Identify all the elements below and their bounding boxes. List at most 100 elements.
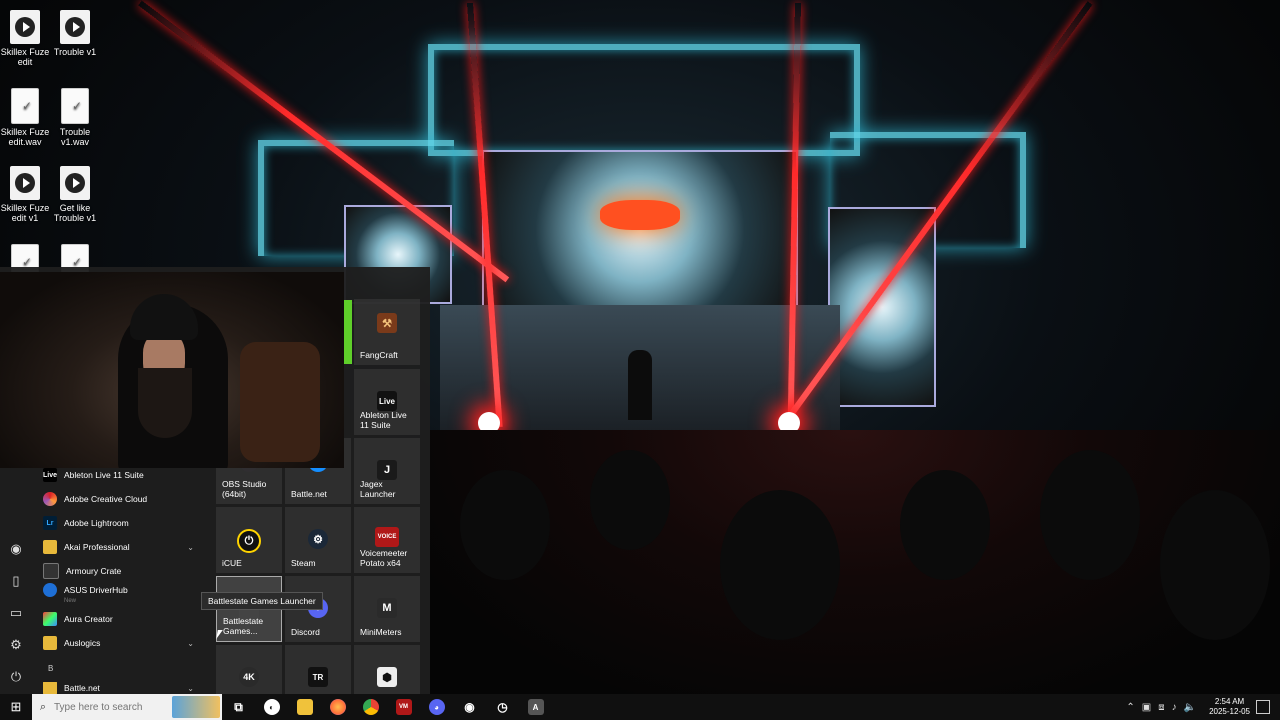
search-icon: ⌕ bbox=[39, 700, 47, 713]
tile-ableton[interactable]: Live Ableton Live 11 Suite bbox=[354, 369, 420, 435]
hex-app-icon: ⬢ bbox=[377, 667, 397, 687]
documents-icon[interactable]: ▯ bbox=[8, 573, 24, 589]
voicemeeter-icon: VOICE bbox=[375, 527, 399, 547]
tile-accent-bar bbox=[344, 300, 352, 364]
fangcraft-icon: ⚒ bbox=[377, 313, 397, 333]
armoury-crate-icon bbox=[43, 563, 59, 579]
webcam-overlay bbox=[0, 272, 344, 468]
windows-start-icon[interactable]: ⊞ bbox=[0, 694, 32, 720]
app-list-item[interactable]: ASUS DriverHub bbox=[36, 579, 208, 601]
audio-file-icon bbox=[61, 88, 89, 124]
tooltip: Battlestate Games Launcher bbox=[201, 592, 323, 610]
notification-icon[interactable] bbox=[1256, 700, 1270, 714]
media-file-icon bbox=[60, 166, 90, 200]
tile-tr-app[interactable]: TR bbox=[285, 645, 351, 694]
taskbar: ⊞ ⌕ ⧉ ◐ VM ◕ ◉ ◷ A ⌃ ▣ ⧈ ♪ 🔈 2:54 AM bbox=[0, 694, 1280, 720]
tile-hex-app[interactable]: ⬢ bbox=[354, 645, 420, 694]
app-list-item[interactable]: Adobe Creative Cloud bbox=[36, 488, 208, 510]
taskbar-obs[interactable]: ◉ bbox=[453, 694, 486, 720]
taskbar-discord[interactable]: ◕ bbox=[420, 694, 453, 720]
pictures-icon[interactable]: ▭ bbox=[8, 605, 24, 621]
jagex-icon: J bbox=[377, 460, 397, 480]
discord-icon: ◕ bbox=[428, 699, 445, 715]
tr-icon: TR bbox=[308, 667, 328, 687]
creative-cloud-icon bbox=[43, 492, 57, 506]
tile-voicemeeter[interactable]: VOICE Voicemeeter Potato x64 bbox=[354, 507, 420, 573]
taskbar-file-explorer[interactable] bbox=[288, 694, 321, 720]
media-file-icon bbox=[10, 166, 40, 200]
asus-driverhub-icon bbox=[43, 583, 57, 597]
desktop-icon-get-like-trouble-v1[interactable]: Get like Trouble v1 bbox=[50, 166, 100, 223]
webcam-beanie bbox=[130, 294, 198, 340]
firefox-icon bbox=[329, 699, 346, 715]
clock-time: 2:54 AM bbox=[1214, 697, 1245, 706]
tile-4k-app[interactable]: 4K bbox=[216, 645, 282, 694]
settings-icon[interactable]: ⚙ bbox=[8, 637, 24, 653]
taskbar-search[interactable]: ⌕ bbox=[32, 694, 222, 720]
dj-silhouette bbox=[628, 350, 652, 420]
webcam-beard bbox=[138, 368, 192, 438]
icue-icon: ⏻ bbox=[237, 529, 261, 553]
chevron-down-icon: ⌄ bbox=[187, 542, 194, 552]
power-icon[interactable]: ⏻ bbox=[8, 669, 24, 685]
system-tray: ⌃ ▣ ⧈ ♪ 🔈 2:54 AM 2025-12-05 bbox=[1126, 694, 1250, 720]
skull-eyes-glow bbox=[600, 200, 680, 230]
obs-icon: ◉ bbox=[464, 700, 475, 714]
ableton-icon: A bbox=[527, 699, 544, 715]
steam-icon: ⚙ bbox=[308, 529, 328, 549]
desktop-icon-trouble-v1-wav[interactable]: Trouble v1.wav bbox=[50, 88, 100, 147]
crowd bbox=[420, 430, 1280, 694]
desktop-icon-skillex-fuze-edit-v1[interactable]: Skillex Fuze edit v1 bbox=[0, 166, 50, 223]
taskbar-voicemeeter[interactable]: VM bbox=[387, 694, 420, 720]
taskbar-app[interactable]: ◐ bbox=[255, 694, 288, 720]
user-account-icon[interactable]: ◉ bbox=[8, 541, 24, 557]
clock[interactable]: 2:54 AM 2025-12-05 bbox=[1209, 697, 1250, 717]
chevron-down-icon: ⌄ bbox=[187, 638, 194, 648]
app-list-folder[interactable]: Auslogics ⌄ bbox=[36, 632, 208, 654]
app-list-item[interactable]: Lr Adobe Lightroom bbox=[36, 512, 208, 534]
desktop-icon-skillex-fuze-edit-wav[interactable]: Skillex Fuze edit.wav bbox=[0, 88, 50, 147]
minimeters-icon: M bbox=[377, 598, 397, 618]
app-list-folder[interactable]: Battle.net ⌄ bbox=[36, 682, 208, 694]
taskbar-chrome[interactable] bbox=[354, 694, 387, 720]
chevron-up-icon[interactable]: ⌃ bbox=[1126, 702, 1134, 713]
network-icon[interactable]: ⧈ bbox=[1158, 702, 1164, 713]
section-letter[interactable]: B bbox=[48, 664, 53, 673]
tile-fangcraft[interactable]: ⚒ FangCraft bbox=[354, 299, 420, 365]
lightroom-icon: Lr bbox=[43, 516, 57, 530]
tile-icue[interactable]: ⏻ iCUE bbox=[216, 507, 282, 573]
search-highlight-art bbox=[172, 696, 220, 718]
folder-icon bbox=[43, 540, 57, 554]
taskbar-task-view[interactable]: ⧉ bbox=[222, 694, 255, 720]
search-input[interactable] bbox=[54, 701, 174, 713]
audio-file-icon bbox=[11, 88, 39, 124]
clock-date: 2025-12-05 bbox=[1209, 707, 1250, 716]
task-view-icon: ⧉ bbox=[234, 699, 243, 714]
chevron-down-icon: ⌄ bbox=[187, 683, 194, 693]
aura-creator-icon bbox=[43, 612, 57, 626]
tile-steam[interactable]: ⚙ Steam bbox=[285, 507, 351, 573]
app-circle-icon: ◐ bbox=[263, 699, 280, 715]
tile-jagex-launcher[interactable]: J Jagex Launcher bbox=[354, 438, 420, 504]
desktop-icon-skillex-fuze-edit[interactable]: Skillex Fuze edit bbox=[0, 10, 50, 67]
app-list-folder[interactable]: Akai Professional ⌄ bbox=[36, 536, 208, 558]
taskbar-firefox[interactable] bbox=[321, 694, 354, 720]
ableton-icon: Live bbox=[377, 391, 397, 411]
folder-icon bbox=[43, 636, 57, 650]
media-file-icon bbox=[10, 10, 40, 44]
volume-icon[interactable]: 🔈 bbox=[1184, 702, 1196, 713]
folder-icon bbox=[43, 682, 57, 694]
voicemeeter-icon: VM bbox=[395, 699, 412, 715]
tile-minimeters[interactable]: M MiniMeters bbox=[354, 576, 420, 642]
4k-icon: 4K bbox=[239, 667, 259, 687]
ableton-icon: Live bbox=[43, 468, 57, 482]
taskbar-ableton[interactable]: A bbox=[519, 694, 552, 720]
clock-app-icon: ◷ bbox=[497, 700, 508, 714]
tray-app-icon[interactable]: ▣ bbox=[1142, 702, 1151, 713]
chrome-icon bbox=[362, 699, 379, 715]
desktop-icon-trouble-v1[interactable]: Trouble v1 bbox=[50, 10, 100, 57]
microphone-icon[interactable]: ♪ bbox=[1172, 702, 1177, 713]
taskbar-clock-app[interactable]: ◷ bbox=[486, 694, 519, 720]
app-list-item[interactable]: Aura Creator bbox=[36, 608, 208, 630]
media-file-icon bbox=[60, 10, 90, 44]
